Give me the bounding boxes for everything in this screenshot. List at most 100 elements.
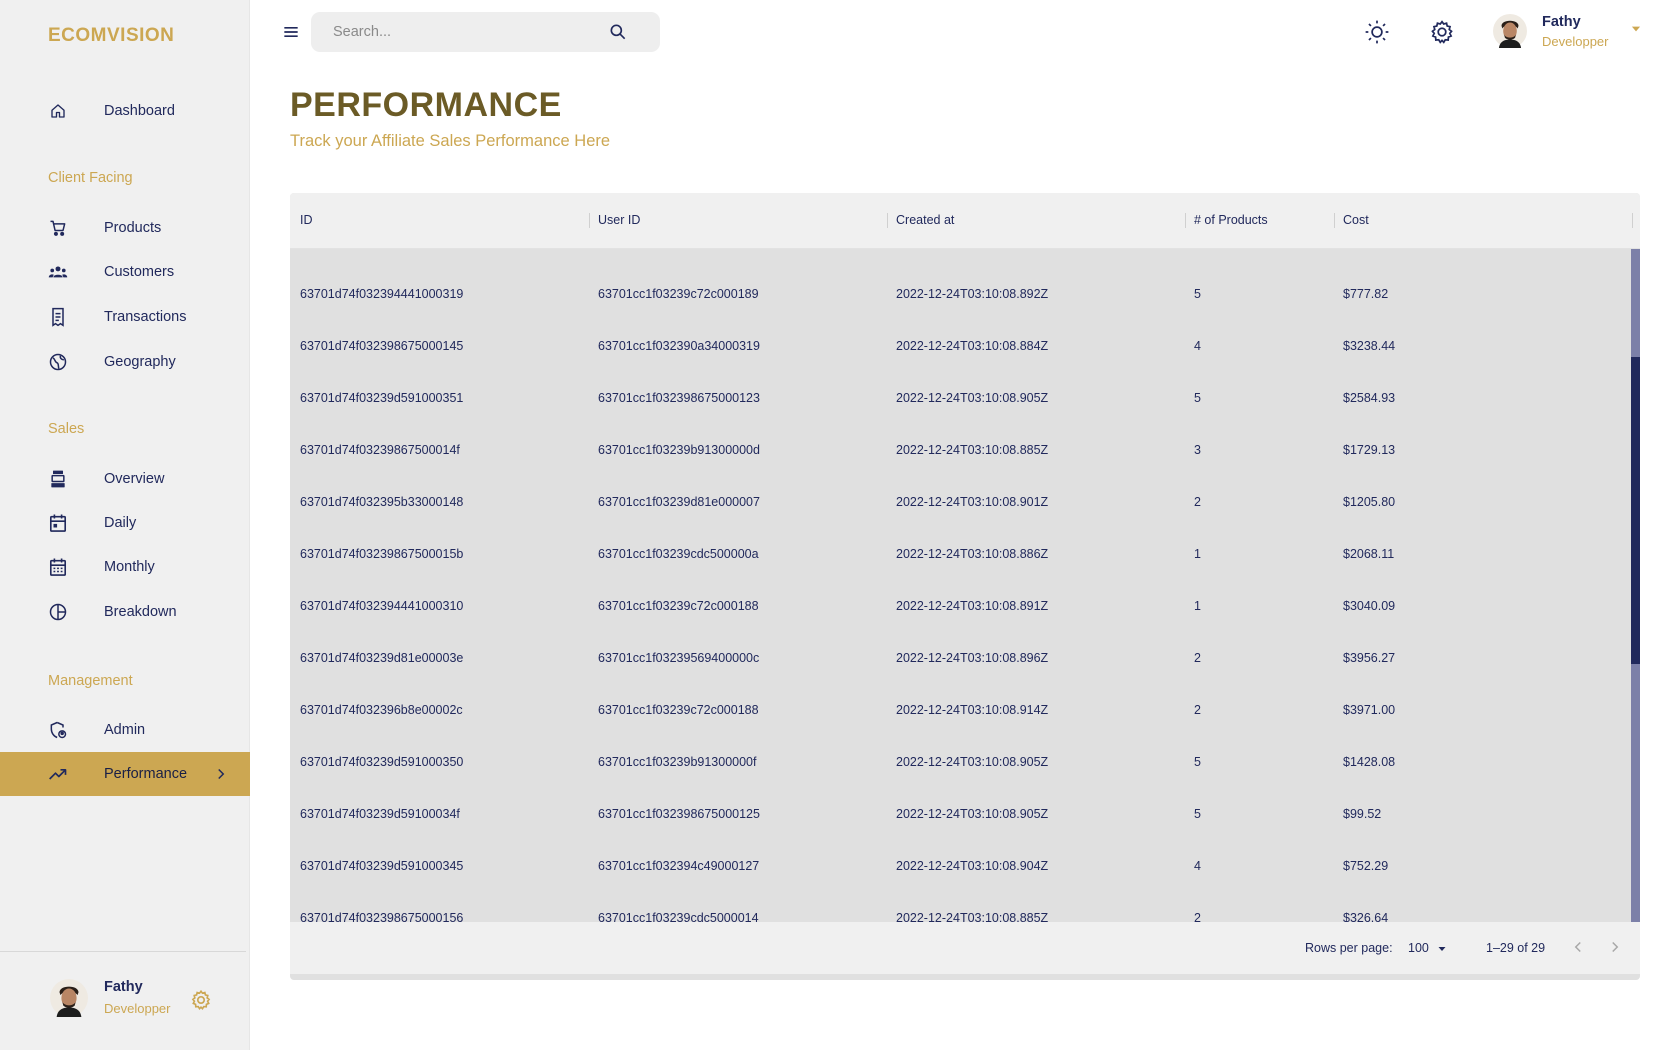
sidebar-item-daily[interactable]: Daily bbox=[0, 501, 250, 545]
cell-id[interactable]: 63701d74f032395b33000148 bbox=[300, 495, 463, 509]
cell-cost[interactable]: $2068.11 bbox=[1343, 547, 1394, 561]
cell-products[interactable]: 5 bbox=[1194, 807, 1201, 821]
cell-user-id[interactable]: 63701cc1f03239c72c000188 bbox=[598, 599, 759, 613]
sun-icon[interactable] bbox=[1364, 19, 1390, 50]
sidebar-item-overview[interactable]: Overview bbox=[0, 457, 250, 501]
cell-id[interactable]: 63701d74f03239867500015b bbox=[300, 547, 463, 561]
cell-products[interactable]: 1 bbox=[1194, 599, 1201, 613]
cell-created-at[interactable]: 2022-12-24T03:10:08.886Z bbox=[896, 547, 1048, 561]
table-row[interactable]: 63701d74f032398675000145 63701cc1f032390a… bbox=[290, 321, 1631, 373]
sidebar-item-products[interactable]: Products bbox=[0, 206, 250, 250]
rows-per-page-select[interactable]: 100 bbox=[1408, 937, 1458, 959]
scrollbar-thumb[interactable] bbox=[1631, 357, 1640, 664]
table-row[interactable]: 63701d74f032396b8e00002c 63701cc1f03239c7… bbox=[290, 685, 1631, 737]
cell-products[interactable]: 5 bbox=[1194, 287, 1201, 301]
cell-id[interactable]: 63701d74f032398675000156 bbox=[300, 911, 463, 922]
cell-id[interactable]: 63701d74f032394441000310 bbox=[300, 599, 463, 613]
column-separator[interactable] bbox=[887, 213, 888, 228]
table-row[interactable]: 63701d74f03239d59100034f 63701cc1f0323986… bbox=[290, 789, 1631, 841]
cell-created-at[interactable]: 2022-12-24T03:10:08.892Z bbox=[896, 287, 1048, 301]
search-icon[interactable] bbox=[608, 22, 628, 47]
cell-created-at[interactable]: 2022-12-24T03:10:08.885Z bbox=[896, 911, 1048, 922]
column-header-products[interactable]: # of Products bbox=[1194, 213, 1268, 227]
column-header-id[interactable]: ID bbox=[300, 213, 313, 227]
topbar-user-menu[interactable]: Fathy Developper bbox=[1493, 12, 1653, 52]
column-separator[interactable] bbox=[1185, 213, 1186, 228]
sidebar-item-geography[interactable]: Geography bbox=[0, 340, 250, 384]
cell-cost[interactable]: $1729.13 bbox=[1343, 443, 1395, 457]
sidebar-item-transactions[interactable]: Transactions bbox=[0, 295, 250, 339]
cell-products[interactable]: 3 bbox=[1194, 443, 1201, 457]
sidebar-item-customers[interactable]: Customers bbox=[0, 250, 250, 294]
cell-created-at[interactable]: 2022-12-24T03:10:08.891Z bbox=[896, 599, 1048, 613]
cell-cost[interactable]: $3040.09 bbox=[1343, 599, 1395, 613]
chevron-right-icon[interactable] bbox=[1606, 938, 1624, 961]
cell-created-at[interactable]: 2022-12-24T03:10:08.884Z bbox=[896, 339, 1048, 353]
cell-created-at[interactable]: 2022-12-24T03:10:08.885Z bbox=[896, 443, 1048, 457]
cell-cost[interactable]: $3238.44 bbox=[1343, 339, 1395, 353]
column-separator[interactable] bbox=[1334, 213, 1335, 228]
table-row[interactable]: 63701d74f03239d591000351 63701cc1f0323986… bbox=[290, 373, 1631, 425]
table-row[interactable]: 63701d74f032398675000156 63701cc1f03239cd… bbox=[290, 893, 1631, 922]
cell-user-id[interactable]: 63701cc1f03239cdc5000014 bbox=[598, 911, 759, 922]
cell-id[interactable]: 63701d74f032396b8e00002c bbox=[300, 703, 463, 717]
chevron-left-icon[interactable] bbox=[1569, 938, 1587, 961]
sidebar-item-admin[interactable]: Admin bbox=[0, 708, 250, 752]
cell-created-at[interactable]: 2022-12-24T03:10:08.901Z bbox=[896, 495, 1048, 509]
cell-user-id[interactable]: 63701cc1f03239c72c000188 bbox=[598, 703, 759, 717]
search-input[interactable] bbox=[333, 22, 593, 42]
cell-user-id[interactable]: 63701cc1f032394c49000127 bbox=[598, 859, 759, 873]
cell-user-id[interactable]: 63701cc1f032390a34000319 bbox=[598, 339, 760, 353]
table-row[interactable]: 63701d74f032395b33000148 63701cc1f03239d8… bbox=[290, 477, 1631, 529]
vertical-scrollbar[interactable] bbox=[1631, 249, 1640, 922]
cell-id[interactable]: 63701d74f03239d59100034f bbox=[300, 807, 460, 821]
cell-created-at[interactable]: 2022-12-24T03:10:08.905Z bbox=[896, 391, 1048, 405]
cell-user-id[interactable]: 63701cc1f03239cdc500000a bbox=[598, 547, 759, 561]
cell-cost[interactable]: $1205.80 bbox=[1343, 495, 1395, 509]
menu-icon[interactable] bbox=[281, 22, 301, 47]
cell-cost[interactable]: $1428.08 bbox=[1343, 755, 1395, 769]
gear-icon[interactable] bbox=[190, 989, 212, 1016]
sidebar-item-breakdown[interactable]: Breakdown bbox=[0, 590, 250, 634]
cell-products[interactable]: 4 bbox=[1194, 339, 1201, 353]
cell-user-id[interactable]: 63701cc1f03239c72c000189 bbox=[598, 287, 759, 301]
cell-products[interactable]: 2 bbox=[1194, 703, 1201, 717]
cell-products[interactable]: 5 bbox=[1194, 755, 1201, 769]
cell-user-id[interactable]: 63701cc1f03239b91300000d bbox=[598, 443, 760, 457]
cell-products[interactable]: 2 bbox=[1194, 495, 1201, 509]
cell-products[interactable]: 5 bbox=[1194, 391, 1201, 405]
cell-cost[interactable]: $3971.00 bbox=[1343, 703, 1395, 717]
cell-id[interactable]: 63701d74f03239d591000350 bbox=[300, 755, 463, 769]
cell-user-id[interactable]: 63701cc1f03239569400000c bbox=[598, 651, 759, 665]
sidebar-item-monthly[interactable]: Monthly bbox=[0, 545, 250, 589]
cell-user-id[interactable]: 63701cc1f03239d81e000007 bbox=[598, 495, 760, 509]
cell-id[interactable]: 63701d74f03239d81e00003e bbox=[300, 651, 463, 665]
column-separator[interactable] bbox=[1632, 213, 1633, 228]
cell-user-id[interactable]: 63701cc1f03239b91300000f bbox=[598, 755, 756, 769]
cell-id[interactable]: 63701d74f03239867500014f bbox=[300, 443, 460, 457]
cell-created-at[interactable]: 2022-12-24T03:10:08.904Z bbox=[896, 859, 1048, 873]
sidebar-item-dashboard[interactable]: Dashboard bbox=[0, 89, 250, 133]
cell-created-at[interactable]: 2022-12-24T03:10:08.914Z bbox=[896, 703, 1048, 717]
column-separator[interactable] bbox=[589, 213, 590, 228]
cell-id[interactable]: 63701d74f03239d591000345 bbox=[300, 859, 463, 873]
cell-cost[interactable]: $777.82 bbox=[1343, 287, 1388, 301]
cell-products[interactable]: 4 bbox=[1194, 859, 1201, 873]
cell-products[interactable]: 2 bbox=[1194, 911, 1201, 922]
cell-created-at[interactable]: 2022-12-24T03:10:08.905Z bbox=[896, 755, 1048, 769]
cell-cost[interactable]: $326.64 bbox=[1343, 911, 1388, 922]
column-header-created-at[interactable]: Created at bbox=[896, 213, 954, 227]
cell-cost[interactable]: $99.52 bbox=[1343, 807, 1381, 821]
cell-cost[interactable]: $2584.93 bbox=[1343, 391, 1395, 405]
table-row[interactable]: 63701d74f03239d591000350 63701cc1f03239b9… bbox=[290, 737, 1631, 789]
cell-user-id[interactable]: 63701cc1f032398675000125 bbox=[598, 807, 760, 821]
cell-id[interactable]: 63701d74f03239d591000351 bbox=[300, 391, 463, 405]
cell-cost[interactable]: $752.29 bbox=[1343, 859, 1388, 873]
cell-created-at[interactable]: 2022-12-24T03:10:08.905Z bbox=[896, 807, 1048, 821]
brand-logo[interactable]: ECOMVISION bbox=[48, 25, 174, 47]
table-row[interactable]: 63701d74f032394441000319 63701cc1f03239c7… bbox=[290, 269, 1631, 321]
gear-icon[interactable] bbox=[1429, 19, 1455, 50]
column-header-cost[interactable]: Cost bbox=[1343, 213, 1369, 227]
cell-created-at[interactable]: 2022-12-24T03:10:08.896Z bbox=[896, 651, 1048, 665]
column-header-user-id[interactable]: User ID bbox=[598, 213, 640, 227]
